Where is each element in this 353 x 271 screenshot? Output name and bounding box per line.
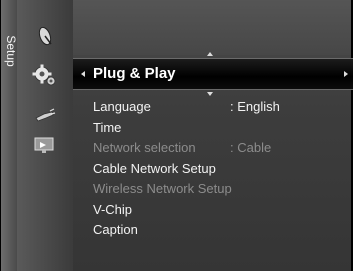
menu-item-value: : Cable bbox=[230, 140, 272, 155]
menu-item-wireless-network-setup: Wireless Network Setup bbox=[93, 179, 343, 200]
plug-icon[interactable] bbox=[17, 103, 73, 129]
selected-menu-item[interactable]: Plug & Play bbox=[73, 58, 353, 90]
menu-item-v-chip[interactable]: V-Chip bbox=[93, 200, 343, 221]
input-icon[interactable] bbox=[17, 133, 73, 159]
menu-item-label: Language bbox=[93, 99, 151, 114]
menu-item-label: V-Chip bbox=[93, 201, 133, 217]
menu-item-network-selection: Network selection : Cable bbox=[93, 138, 343, 159]
tv-menu-frame: Setup Plug & Play Language: English Tim… bbox=[0, 0, 353, 271]
menu-list: Language : English Time Network selectio… bbox=[93, 97, 343, 241]
menu-item-time[interactable]: Time bbox=[93, 118, 343, 139]
menu-item-cable-network-setup[interactable]: Cable Network Setup bbox=[93, 159, 343, 180]
menu-item-label: Cable Network Setup bbox=[93, 160, 216, 176]
gear-icon[interactable] bbox=[17, 61, 73, 89]
menu-item-label: Network selection bbox=[93, 140, 196, 155]
scroll-down-icon[interactable] bbox=[207, 92, 213, 96]
category-icon-column bbox=[17, 0, 74, 271]
panel-top bbox=[73, 0, 351, 55]
left-arrow-icon bbox=[81, 71, 85, 77]
menu-item-label: Caption bbox=[93, 222, 138, 237]
setup-side-tab[interactable]: Setup bbox=[1, 0, 18, 271]
setup-tab-label: Setup bbox=[4, 35, 18, 67]
selected-item-label: Plug & Play bbox=[93, 65, 176, 82]
menu-item-caption[interactable]: Caption bbox=[93, 220, 343, 241]
menu-item-language[interactable]: Language : English bbox=[93, 97, 343, 118]
scroll-up-icon[interactable] bbox=[207, 52, 213, 56]
right-arrow-icon bbox=[344, 71, 348, 77]
menu-item-label: Time bbox=[93, 119, 122, 135]
satellite-dish-icon[interactable] bbox=[17, 22, 73, 50]
menu-item-value: : English bbox=[230, 99, 280, 114]
menu-item-label: Wireless Network Setup bbox=[93, 181, 232, 196]
